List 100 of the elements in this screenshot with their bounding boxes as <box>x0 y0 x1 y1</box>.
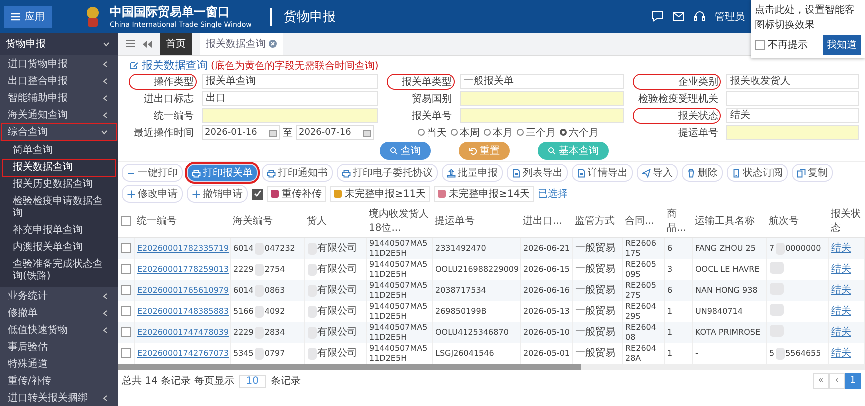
close-icon[interactable] <box>269 40 277 48</box>
date-field[interactable]: 2026-07-16 <box>296 125 374 140</box>
input-field[interactable]: 报关收发货人 <box>726 74 859 89</box>
table-cell: RE260429S <box>626 302 656 320</box>
toolbar-button[interactable]: 撤销申请 <box>187 185 248 203</box>
submenu-item[interactable]: 简单查询 <box>3 143 115 159</box>
table-link[interactable]: E20260001748385883 <box>138 306 229 316</box>
radio-option[interactable]: 六个月 <box>560 126 600 140</box>
toolbar-button[interactable]: 打印电子委托协议 <box>337 164 438 182</box>
table-cell: 有限公司 <box>318 306 358 316</box>
radio-option[interactable]: 当天 <box>418 126 448 140</box>
sidebar-item[interactable]: 特殊通道 <box>2 356 116 372</box>
checkbox[interactable] <box>121 216 131 226</box>
input-field[interactable] <box>726 125 859 140</box>
toolbar-button[interactable]: 列表导出 <box>507 164 568 182</box>
toolbar-button[interactable]: 一键打印 <box>122 164 183 182</box>
tab[interactable]: 报关数据查询 <box>200 33 283 55</box>
table-link[interactable]: E20260001778259013 <box>138 264 229 274</box>
toolbar-button[interactable]: 复制 <box>792 164 833 182</box>
checkbox[interactable] <box>121 348 131 358</box>
checkbox[interactable] <box>755 40 765 50</box>
apps-button[interactable]: 应用 <box>4 6 52 28</box>
table-cell: 2331492470 <box>436 244 486 252</box>
mail-icon[interactable] <box>673 12 685 22</box>
chat-icon[interactable] <box>652 11 664 22</box>
table-link[interactable]: E20260001747478039 <box>138 328 229 336</box>
toolbar-button[interactable]: 导入 <box>637 164 678 182</box>
table-cell: 6 <box>668 244 673 252</box>
user-name[interactable]: 管理员 <box>715 10 745 24</box>
toolbar-button[interactable]: 状态订阅 <box>727 164 788 182</box>
page-button[interactable]: ‹ <box>829 373 845 389</box>
scrollbar[interactable] <box>118 364 865 370</box>
rewind-icon[interactable] <box>143 40 152 48</box>
table-cell: 5345 <box>234 348 254 358</box>
sidebar-item[interactable]: 进口转关报关捆绑 <box>2 390 116 406</box>
table-link[interactable]: E20260001742767073 <box>138 348 229 358</box>
sidebar-item[interactable]: 业务统计 <box>2 288 116 304</box>
table-link[interactable]: 结关 <box>832 284 852 296</box>
toolbar-button[interactable]: 修改申请 <box>122 185 183 203</box>
record-count: 条记录 <box>271 375 301 388</box>
input-field[interactable]: 出口 <box>202 91 378 106</box>
table-cell: 一般贸易 <box>576 284 616 296</box>
table-cell: 91440507MA511D2E5H <box>370 280 428 300</box>
radio-option[interactable]: 三个月 <box>517 126 556 140</box>
sidebar-item[interactable]: 出口整合申报 <box>2 73 116 89</box>
sidebar-item[interactable]: 重传/补传 <box>2 373 116 389</box>
input-field[interactable] <box>460 91 624 106</box>
table-link[interactable]: 结关 <box>832 242 852 254</box>
field-label: 最近操作时间 <box>133 126 195 140</box>
emblem-icon <box>84 6 102 28</box>
input-field[interactable]: 一般报关单 <box>460 74 624 89</box>
table-cell: 一般贸易 <box>576 306 616 316</box>
page-button[interactable]: « <box>813 373 829 389</box>
submenu-item[interactable]: 内澳报关单查询 <box>3 240 115 256</box>
input-field[interactable]: 结关 <box>726 108 859 123</box>
page-button[interactable]: 1 <box>845 373 861 389</box>
sidebar-section[interactable]: 货物申报 <box>0 33 118 55</box>
table-link[interactable]: 结关 <box>832 326 852 338</box>
radio-option[interactable]: 本周 <box>451 126 480 140</box>
submenu-item[interactable]: 报关数据查询 <box>3 160 115 176</box>
checkbox[interactable] <box>252 188 263 200</box>
toolbar-button[interactable]: 删除 <box>682 164 723 182</box>
table-link[interactable]: E20260001765610979 <box>138 286 229 294</box>
submenu-item[interactable]: 查验准备完成状态查询(铁路) <box>3 257 115 285</box>
checkbox[interactable] <box>121 285 131 296</box>
sidebar-item[interactable]: 事后验估 <box>2 339 116 355</box>
table-link[interactable]: 结关 <box>832 306 852 316</box>
input-field[interactable] <box>460 108 624 123</box>
input-field[interactable] <box>726 91 859 106</box>
toolbar-button[interactable]: 打印报关单 <box>187 164 258 182</box>
menu-icon[interactable] <box>126 40 135 48</box>
sidebar-item[interactable]: 修撤单 <box>2 305 116 321</box>
input-field[interactable]: 报关单查询 <box>202 74 378 89</box>
toolbar-button[interactable]: 批量申报 <box>442 164 503 182</box>
radio-option[interactable]: 本月 <box>484 126 514 140</box>
submenu-item[interactable]: 报关历史数据查询 <box>3 177 115 193</box>
headset-icon[interactable] <box>694 11 706 22</box>
sidebar-item[interactable]: 智能辅助申报 <box>2 90 116 106</box>
checkbox[interactable] <box>121 264 131 274</box>
got-it-button[interactable]: 我知道 <box>823 35 861 55</box>
toolbar-button[interactable]: 详情导出 <box>572 164 633 182</box>
checkbox[interactable] <box>121 327 131 338</box>
tip-text: 图标切换效果 <box>755 18 816 32</box>
checkbox[interactable] <box>121 306 131 316</box>
tab[interactable]: 首页 <box>160 33 192 55</box>
toolbar-button[interactable]: 打印通知书 <box>262 164 333 182</box>
undo-icon <box>469 147 477 155</box>
sidebar-item[interactable]: 海关通知查询 <box>2 107 116 123</box>
table-link[interactable]: 结关 <box>832 264 852 274</box>
sidebar-item[interactable]: 进口货物申报 <box>2 56 116 72</box>
date-field[interactable]: 2026-01-16 <box>202 125 280 140</box>
input-field[interactable] <box>202 108 378 123</box>
checkbox[interactable] <box>121 243 131 254</box>
table-link[interactable]: 结关 <box>832 348 852 358</box>
sidebar-item[interactable]: 低值快速货物 <box>2 322 116 338</box>
selected-link[interactable]: 已选择 <box>538 187 568 201</box>
submenu-item[interactable]: 补充申报单查询 <box>3 223 115 239</box>
submenu-item[interactable]: 检验检疫申请数据查询 <box>3 194 115 222</box>
sidebar-item[interactable]: 综合查询 <box>2 124 116 140</box>
table-link[interactable]: E20260001782335719 <box>138 244 229 252</box>
